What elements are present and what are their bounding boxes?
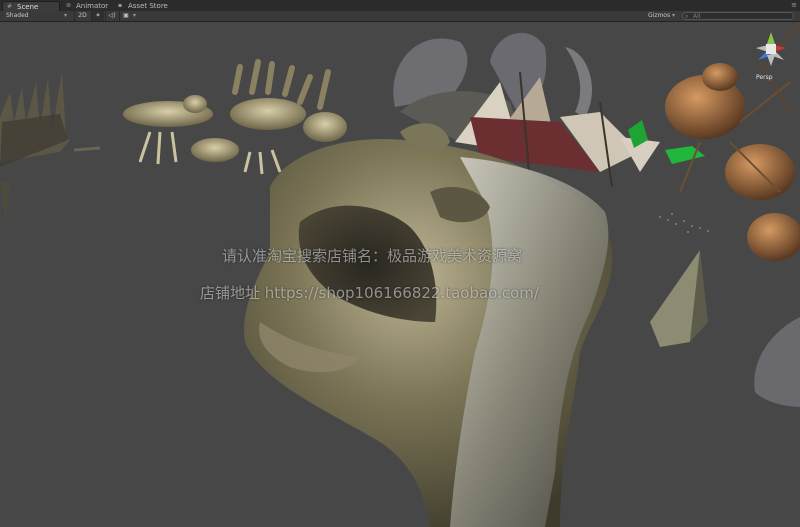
shading-mode-dropdown[interactable]: Shaded <box>6 11 58 21</box>
shading-mode-label: Shaded <box>6 12 29 19</box>
panel-menu-icon[interactable]: ≡ <box>791 1 797 10</box>
unity-scene-window: # Scene ⊚ Animator ▪ Asset Store ≡ Shade… <box>0 0 800 527</box>
scene-icon: # <box>7 3 13 10</box>
spike-fence-model <box>0 72 101 222</box>
animator-icon: ⊚ <box>66 2 72 9</box>
axis-cone-icon <box>756 32 786 66</box>
asset-store-icon: ▪ <box>118 2 123 9</box>
effects-chevron-icon[interactable]: ▾ <box>133 11 141 21</box>
projection-label[interactable]: Persp <box>756 74 773 81</box>
particle-dust-model <box>659 213 709 233</box>
mode-2d-label: 2D <box>78 12 87 19</box>
rock-spike-model <box>650 250 708 347</box>
scene-toolbar: Shaded ▾ 2D ✶ ◁) ▣ ▾ Gizmos ▾ ⌕ All <box>0 11 800 22</box>
search-icon: ⌕ <box>685 13 689 20</box>
speaker-icon[interactable]: ◁) <box>105 11 118 21</box>
scene-search-input[interactable]: ⌕ All <box>682 12 794 20</box>
orientation-gizmo[interactable]: Persp <box>746 26 796 86</box>
tab-animator[interactable]: ⊚ Animator <box>62 1 112 11</box>
gizmos-dropdown[interactable]: Gizmos ▾ <box>648 11 676 21</box>
tab-asset-store-label: Asset Store <box>128 2 168 10</box>
mode-2d-toggle[interactable]: 2D <box>74 11 90 21</box>
search-placeholder: All <box>693 13 701 20</box>
image-icon[interactable]: ▣ <box>119 11 132 21</box>
chevron-down-icon[interactable]: ▾ <box>64 11 72 21</box>
tab-asset-store[interactable]: ▪ Asset Store <box>114 1 172 11</box>
tab-scene[interactable]: # Scene <box>2 1 60 11</box>
edge-rock-model <box>754 317 800 407</box>
gizmos-label: Gizmos <box>648 12 671 19</box>
watermark-text-line1: 请认准淘宝搜索店铺名：极品游戏美术资源窝 <box>222 247 523 265</box>
gizmos-chevron-icon: ▾ <box>672 12 676 19</box>
sun-icon[interactable]: ✶ <box>91 11 104 21</box>
tab-scene-label: Scene <box>17 3 39 11</box>
scene-render <box>0 22 800 527</box>
watermark-text-line2: 店铺地址 https://shop106166822.taobao.com/ <box>200 284 539 302</box>
rock-arch-model <box>244 123 613 527</box>
scene-viewport[interactable]: 请认准淘宝搜索店铺名：极品游戏美术资源窝 店铺地址 https://shop10… <box>0 22 800 527</box>
tab-animator-label: Animator <box>76 2 109 10</box>
